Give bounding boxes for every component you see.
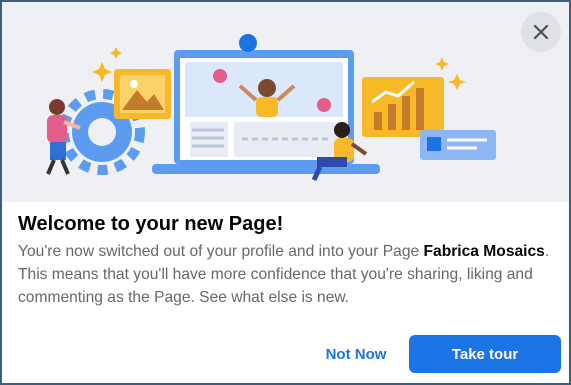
close-button[interactable] — [521, 12, 561, 52]
dialog-body: You're now switched out of your profile … — [18, 240, 554, 309]
card-icon — [420, 130, 496, 160]
dialog-title: Welcome to your new Page! — [18, 213, 284, 235]
page-name: Fabrica Mosaics — [423, 243, 545, 260]
hero-illustration-art — [46, 34, 496, 182]
chart-icon — [362, 77, 444, 137]
body-text-start: You're now switched out of your profile … — [18, 243, 424, 260]
welcome-dialog: Welcome to your new Page! You're now swi… — [0, 0, 571, 385]
close-icon — [533, 24, 549, 40]
hero-illustration — [2, 2, 569, 202]
take-tour-button[interactable]: Take tour — [409, 335, 561, 373]
not-now-button[interactable]: Not Now — [308, 335, 404, 373]
photo-icon — [114, 69, 171, 119]
